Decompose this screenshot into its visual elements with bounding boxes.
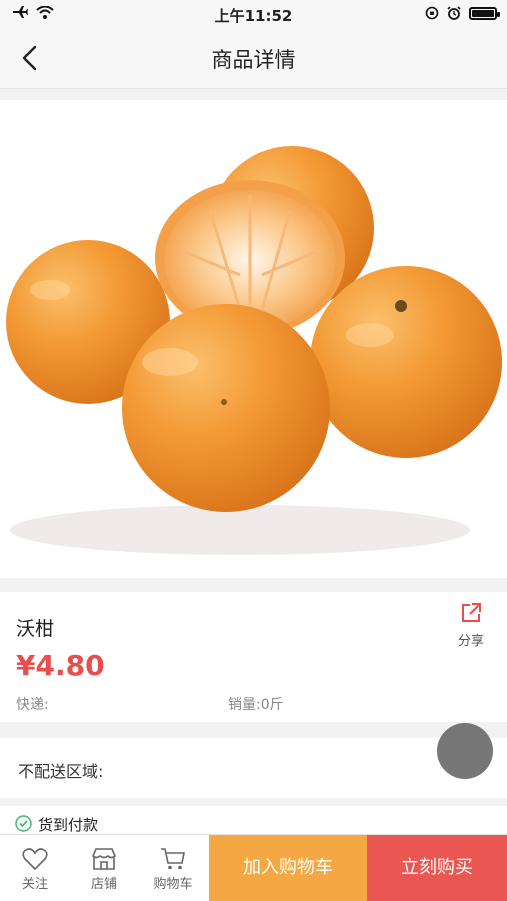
cart-button[interactable]: 购物车 — [140, 835, 206, 901]
follow-label: 关注 — [21, 877, 48, 892]
product-image[interactable] — [0, 100, 507, 578]
follow-button[interactable]: 关注 — [2, 835, 68, 901]
add-to-cart-button[interactable]: 加入购物车 — [209, 835, 367, 901]
delivery-region-row[interactable]: 不配送区域: › — [0, 738, 507, 798]
battery-icon — [469, 6, 500, 20]
alarm-icon — [447, 6, 461, 20]
sales-count: 销量:0斤 — [228, 697, 284, 713]
cod-label: 货到付款 — [38, 816, 99, 834]
cart-label: 购物车 — [153, 877, 193, 892]
cod-service-row: 货到付款 — [0, 806, 507, 836]
navigation-bar: 商品详情 — [0, 28, 507, 89]
product-name: 沃柑 — [16, 618, 55, 640]
store-icon — [92, 848, 116, 870]
region-label: 不配送区域: — [18, 762, 104, 781]
share-icon — [462, 603, 481, 622]
page-title: 商品详情 — [211, 48, 296, 72]
status-right — [425, 6, 500, 20]
check-circle-icon — [15, 815, 32, 832]
product-price: ¥4.80 — [16, 649, 105, 682]
orientation-lock-icon — [425, 6, 439, 20]
status-bar: 上午11:52 — [0, 0, 507, 28]
share-button[interactable]: 分享 — [453, 602, 489, 649]
heart-icon — [22, 848, 48, 871]
shipping-label: 快递: — [16, 697, 49, 713]
share-label: 分享 — [457, 634, 484, 649]
store-label: 店铺 — [90, 877, 117, 892]
cart-icon — [161, 848, 185, 870]
buy-now-button[interactable]: 立刻购买 — [367, 835, 507, 901]
store-button[interactable]: 店铺 — [71, 835, 137, 901]
floating-assistive-button[interactable] — [437, 723, 493, 779]
product-info-card: 沃柑 ¥4.80 快递: 销量:0斤 分享 — [0, 592, 507, 722]
oranges-photo — [6, 146, 502, 555]
bottom-action-bar: 关注 店铺 购物车 加入购物车 立刻购买 — [0, 834, 507, 901]
